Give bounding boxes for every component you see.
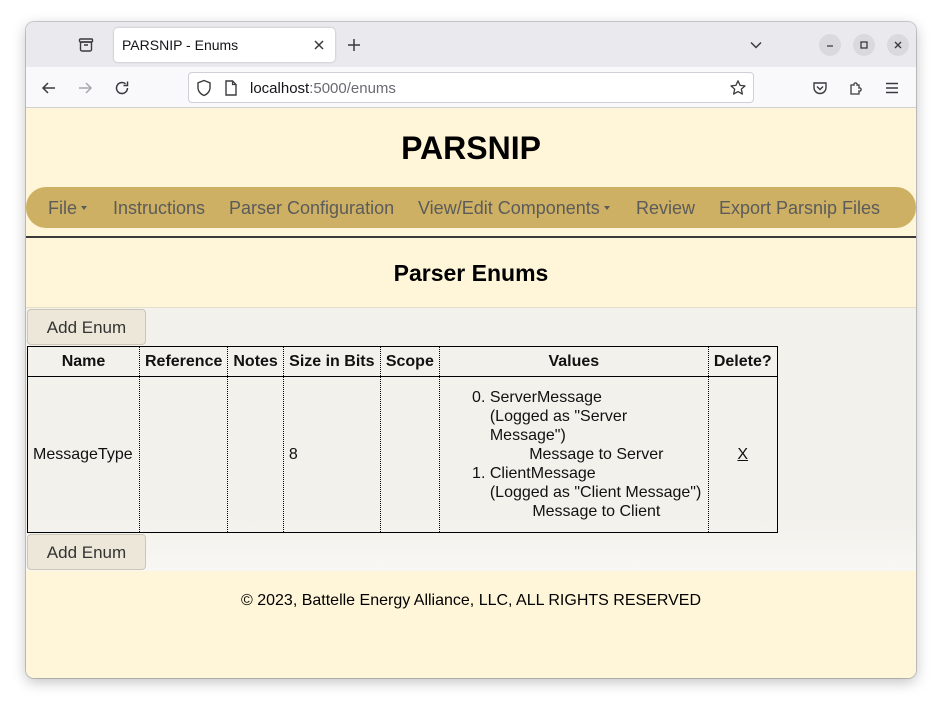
value-note: Message to Server [529,446,664,463]
table-header-row: Name Reference Notes Size in Bits Scope … [27,346,778,377]
column-header-scope: Scope [379,346,440,377]
column-header-values: Values [438,346,709,377]
menu-parser-configuration[interactable]: Parser Configuration [229,198,394,219]
minimize-icon[interactable] [819,34,841,56]
firefox-view-icon[interactable] [74,33,98,57]
url-text[interactable]: localhost:5000/enums [250,80,396,97]
url-bar[interactable]: localhost:5000/enums [188,72,754,103]
navigation-bar: localhost:5000/enums [26,67,916,108]
menu-file[interactable]: File [48,198,88,219]
value-note: Message to Client [532,503,661,520]
browser-window: PARSNIP - Enums localhost:5000/enums PAR… [26,22,916,678]
tab-close-icon[interactable] [311,37,327,53]
forward-arrow-icon[interactable] [74,77,96,99]
back-arrow-icon[interactable] [38,77,60,99]
section-title: Parser Enums [393,260,549,286]
column-header-notes: Notes [227,346,284,377]
page-content: PARSNIP File Instructions Parser Configu… [26,108,916,678]
column-header-reference: Reference [138,346,229,377]
menu-view-edit-components-label: View/Edit Components [418,198,600,218]
table-row: MessageType 8 ServerMessage (Logged as "… [27,376,778,533]
divider [26,236,916,238]
shield-icon[interactable] [196,79,212,102]
values-list: ServerMessage (Logged as "Server Message… [445,388,703,521]
hamburger-menu-icon[interactable] [881,77,903,99]
value-name: ServerMessage [489,389,602,406]
column-header-name: Name [27,346,140,377]
value-logged-as: (Logged as "Client Message") [489,484,702,501]
tab-strip: PARSNIP - Enums [26,22,916,67]
site-title: PARSNIP [401,130,541,166]
caret-down-icon [81,206,88,210]
add-enum-button-bottom[interactable]: Add Enum [27,534,146,570]
reload-icon[interactable] [111,77,133,99]
tab-active[interactable]: PARSNIP - Enums [114,28,335,62]
menu-export-parsnip-files[interactable]: Export Parsnip Files [719,198,880,219]
menu-instructions[interactable]: Instructions [113,198,205,219]
column-header-delete: Delete? [707,346,778,377]
cell-notes [227,376,284,533]
page-icon[interactable] [224,79,238,102]
maximize-icon[interactable] [853,34,875,56]
enums-table: Name Reference Notes Size in Bits Scope … [27,346,778,533]
star-icon[interactable] [729,79,747,102]
list-item: ClientMessage (Logged as "Client Message… [490,464,703,521]
delete-link[interactable]: X [737,446,748,463]
add-enum-button-top[interactable]: Add Enum [27,309,146,345]
main-menu: File Instructions Parser Configuration V… [26,187,916,228]
cell-scope [379,376,440,533]
new-tab-icon[interactable] [344,35,364,55]
url-host: localhost [250,80,310,97]
value-name: ClientMessage [489,465,596,482]
enums-section: Add Enum Name Reference Notes Size in Bi… [26,307,916,571]
cell-name: MessageType [27,376,140,533]
value-logged-as: (Logged as "Server Message") [489,408,628,444]
footer-copyright: © 2023, Battelle Energy Alliance, LLC, A… [240,592,701,609]
tab-title: PARSNIP - Enums [122,37,239,53]
chevron-down-icon[interactable] [746,35,766,55]
menu-review[interactable]: Review [636,198,695,219]
list-item: ServerMessage (Logged as "Server Message… [490,388,703,464]
cell-size-in-bits: 8 [282,376,381,533]
cell-delete: X [707,376,778,533]
column-header-size-in-bits: Size in Bits [282,346,381,377]
caret-down-icon [603,206,610,210]
cell-values: ServerMessage (Logged as "Server Message… [438,376,709,533]
pocket-icon[interactable] [809,77,831,99]
cell-reference [138,376,229,533]
window-close-icon[interactable] [887,34,909,56]
url-path: :5000/enums [309,80,396,97]
menu-file-label: File [48,198,78,218]
extensions-icon[interactable] [845,77,867,99]
menu-view-edit-components[interactable]: View/Edit Components [418,198,610,219]
